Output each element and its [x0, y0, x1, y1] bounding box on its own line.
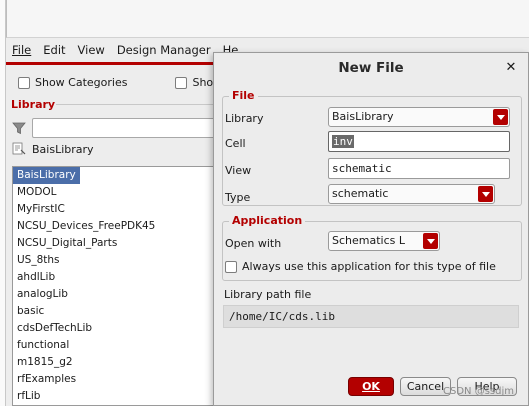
cell-field-value: inv [332, 135, 354, 148]
open-with-combo[interactable]: Schematics L [328, 231, 440, 251]
close-icon[interactable]: ✕ [504, 61, 518, 75]
library-path-field: /home/IC/cds.lib [223, 305, 519, 328]
view-field-value: schematic [332, 162, 392, 175]
library-list-item[interactable]: ahdlLib [13, 269, 221, 286]
library-list-item[interactable]: functional [13, 337, 221, 354]
library-list-item[interactable]: basic [13, 303, 221, 320]
library-list-item[interactable]: BaisLibrary [13, 167, 80, 184]
always-use-label: Always use this application for this typ… [242, 260, 496, 273]
library-list-item[interactable]: NCSU_Digital_Parts [13, 235, 221, 252]
ok-button[interactable]: OK [348, 377, 394, 396]
cell-field[interactable]: inv [328, 131, 510, 152]
library-picker-row: BaisLibrary [12, 142, 94, 156]
show-files-checkbox[interactable] [175, 76, 188, 89]
library-list-item[interactable]: NCSU_Devices_FreePDK45 [13, 218, 221, 235]
library-list-item[interactable]: cdsDefTechLib [13, 320, 221, 337]
menu-view[interactable]: View [72, 43, 111, 57]
chevron-down-icon[interactable] [423, 233, 438, 249]
application-group-title: Application [229, 214, 306, 227]
library-filter-row [12, 118, 222, 138]
window-titlebar [6, 0, 529, 38]
library-list-item[interactable]: MODOL [13, 184, 221, 201]
show-categories-option[interactable]: Show Categories [18, 76, 127, 89]
library-list-item[interactable]: analogLib [13, 286, 221, 303]
file-group-title: File [229, 89, 258, 102]
window-edge [0, 0, 6, 406]
file-group: File Library BaisLibrary Cell inv View s… [222, 89, 522, 206]
new-file-dialog: New File ✕ File Library BaisLibrary Cell… [213, 52, 529, 406]
view-options: Show Categories Show Fi [18, 76, 234, 89]
dialog-title: New File [338, 60, 404, 76]
menu-design-manager[interactable]: Design Manager [111, 43, 217, 57]
library-list-item[interactable]: rfExamples [13, 371, 221, 388]
always-use-option[interactable]: Always use this application for this typ… [225, 260, 496, 273]
library-heading-rule [56, 104, 226, 105]
library-list-item[interactable]: rfLib [13, 388, 221, 405]
selected-library-label: BaisLibrary [32, 142, 94, 156]
library-filter-input[interactable] [32, 118, 222, 138]
show-categories-checkbox[interactable] [18, 76, 30, 89]
library-path-label: Library path file [224, 288, 312, 301]
open-with-label: Open with [225, 237, 282, 250]
always-use-checkbox[interactable] [225, 260, 237, 273]
show-categories-label: Show Categories [35, 76, 128, 89]
library-heading: Library [11, 98, 56, 111]
library-list-item[interactable]: MyFirstIC [13, 201, 221, 218]
chevron-down-icon[interactable] [478, 186, 493, 202]
view-label: View [225, 164, 252, 177]
type-combo[interactable]: schematic [328, 184, 495, 204]
chevron-down-icon[interactable] [493, 109, 508, 125]
open-with-combo-value: Schematics L [332, 234, 405, 247]
cell-label: Cell [225, 137, 246, 150]
library-list-item[interactable]: m1815_g2 [13, 354, 221, 371]
library-label: Library [225, 112, 264, 125]
menu-edit[interactable]: Edit [37, 43, 71, 57]
view-field[interactable]: schematic [328, 158, 510, 179]
library-list-item[interactable]: US_8ths [13, 252, 221, 269]
menu-file[interactable]: File [6, 43, 37, 57]
type-combo-value: schematic [332, 187, 389, 200]
library-combo[interactable]: BaisLibrary [328, 107, 510, 127]
library-sort-icon[interactable] [12, 142, 26, 156]
watermark: CSDN @ssdjm [443, 386, 514, 397]
type-label: Type [225, 191, 251, 204]
library-combo-value: BaisLibrary [332, 110, 394, 123]
filter-icon[interactable] [12, 121, 26, 135]
library-list[interactable]: BaisLibrary MODOL MyFirstIC NCSU_Devices_Fr… [12, 166, 222, 406]
